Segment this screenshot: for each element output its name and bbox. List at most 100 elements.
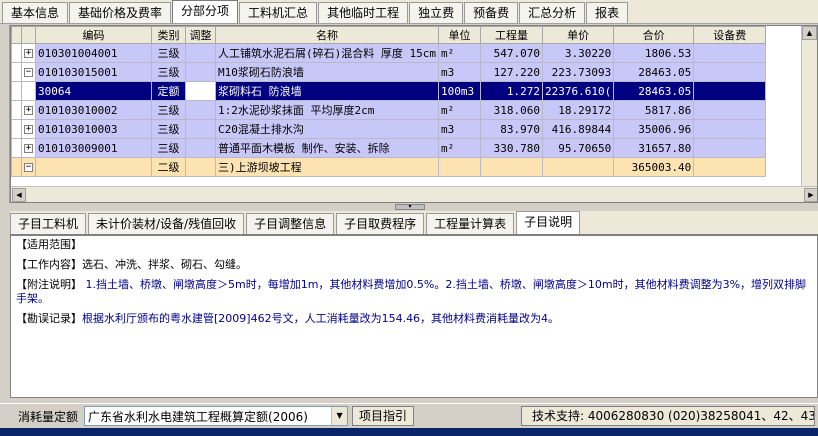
top-tab[interactable]: 工料机汇总	[239, 2, 318, 23]
cell-code[interactable]: 30064	[35, 81, 152, 101]
cell-total[interactable]: 31657.80	[613, 138, 695, 158]
cell-name[interactable]: 1:2水泥砂浆抹面 平均厚度2cm	[215, 100, 439, 120]
cell-price[interactable]: 95.70650	[541, 138, 615, 158]
cell-type[interactable]: 三级	[151, 138, 186, 158]
top-tab[interactable]: 汇总分析	[519, 2, 586, 23]
cell-code[interactable]: 010301004001	[35, 43, 152, 63]
cell-price[interactable]: 18.29172	[541, 100, 615, 120]
cell-type[interactable]: 三级	[151, 62, 186, 82]
dropdown-arrow-icon[interactable]: ▼	[331, 407, 348, 425]
cell-code[interactable]	[35, 157, 152, 177]
horizontal-scrollbar[interactable]: ◀ ▶	[11, 186, 817, 202]
table-row[interactable]: +010103009001 三级 普通平面木模板 制作、安装、拆除 m² 330.780…	[11, 138, 767, 158]
vertical-scrollbar[interactable]: ▲	[801, 26, 817, 188]
cell-name[interactable]: 三)上游坝坡工程	[215, 157, 439, 177]
cell-unit[interactable]	[437, 157, 481, 177]
cell-adj[interactable]	[185, 81, 216, 101]
cell-name[interactable]: 浆砌料石 防浪墙	[215, 81, 439, 101]
cell-equip[interactable]	[693, 119, 767, 139]
expand-icon[interactable]: +	[24, 106, 33, 115]
cell-adj[interactable]	[185, 43, 216, 63]
expand-icon[interactable]: +	[24, 125, 33, 134]
detail-tab[interactable]: 未计价装材/设备/残值回收	[88, 213, 245, 234]
expand-icon[interactable]: +	[24, 144, 33, 153]
row-expander[interactable]: +	[21, 119, 36, 139]
cell-price[interactable]: 22376.610(	[541, 81, 615, 101]
cell-unit[interactable]: 100m3	[437, 81, 481, 101]
row-expander[interactable]: +	[21, 100, 36, 120]
cell-equip[interactable]	[693, 62, 767, 82]
cell-unit[interactable]: m3	[437, 62, 481, 82]
pane-splitter[interactable]: ▾	[0, 203, 818, 211]
scroll-up-icon[interactable]: ▲	[802, 26, 817, 40]
splitter-grip-icon[interactable]: ▾	[395, 204, 425, 210]
cell-unit[interactable]: m²	[437, 138, 481, 158]
column-header[interactable]: 单位	[437, 26, 481, 44]
cell-equip[interactable]	[693, 100, 767, 120]
cell-equip[interactable]	[693, 138, 767, 158]
collapse-icon[interactable]: −	[24, 163, 33, 172]
cell-code[interactable]: 010103015001	[35, 62, 152, 82]
top-tab[interactable]: 其他临时工程	[318, 2, 409, 23]
top-tab[interactable]: 分部分项	[172, 0, 239, 23]
table-row[interactable]: +010103010002 三级 1:2水泥砂浆抹面 平均厚度2cm m² 318.06…	[11, 100, 767, 120]
project-guide-button[interactable]: 项目指引	[352, 406, 415, 426]
cell-price[interactable]: 3.30220	[541, 43, 615, 63]
row-expander[interactable]	[21, 81, 36, 101]
cell-qty[interactable]: 330.780	[479, 138, 543, 158]
top-tab[interactable]: 独立费	[409, 2, 464, 23]
cell-equip[interactable]	[693, 157, 767, 177]
column-header[interactable]: 设备费	[693, 26, 767, 44]
cell-name[interactable]: M10浆砌石防浪墙	[215, 62, 439, 82]
column-header[interactable]: 编码	[35, 26, 152, 44]
detail-tab[interactable]: 子目说明	[516, 211, 581, 234]
cell-name[interactable]: 人工铺筑水泥石屑(碎石)混合料 厚度 15cm	[215, 43, 439, 63]
quota-select[interactable]: 广东省水利水电建筑工程概算定额(2006) ▼	[84, 406, 349, 426]
column-header[interactable]: 单价	[541, 26, 615, 44]
row-expander[interactable]: −	[21, 62, 36, 82]
cell-price[interactable]: 416.89844	[541, 119, 615, 139]
column-header[interactable]: 合价	[613, 26, 695, 44]
cell-equip[interactable]	[693, 43, 767, 63]
cell-total[interactable]: 28463.05	[613, 81, 695, 101]
cell-adj[interactable]	[185, 119, 216, 139]
detail-tab[interactable]: 工程量计算表	[426, 213, 515, 234]
top-tab[interactable]: 基础价格及费率	[69, 2, 172, 23]
cell-qty[interactable]: 127.220	[479, 62, 543, 82]
scroll-right-icon[interactable]: ▶	[804, 188, 817, 202]
table-row[interactable]: +010301004001 三级 人工铺筑水泥石屑(碎石)混合料 厚度 15cm m²…	[11, 43, 767, 63]
cell-total[interactable]: 28463.05	[613, 62, 695, 82]
cell-type[interactable]: 二级	[151, 157, 186, 177]
expand-icon[interactable]: +	[24, 49, 33, 58]
column-header[interactable]: 类别	[151, 26, 186, 44]
row-expander[interactable]: +	[21, 138, 36, 158]
column-header[interactable]: 调整	[185, 26, 216, 44]
cell-type[interactable]: 三级	[151, 100, 186, 120]
table-row[interactable]: − 二级 三)上游坝坡工程 365003.40	[11, 157, 767, 177]
cell-type[interactable]: 定额	[151, 81, 186, 101]
cell-adj[interactable]	[185, 100, 216, 120]
detail-tab[interactable]: 子目取费程序	[336, 213, 425, 234]
cell-adj[interactable]	[185, 62, 216, 82]
cell-type[interactable]: 三级	[151, 43, 186, 63]
table-row[interactable]: −010103015001 三级 M10浆砌石防浪墙 m3 127.220 223.730…	[11, 62, 767, 82]
cell-unit[interactable]: m3	[437, 119, 481, 139]
cell-total[interactable]: 35006.96	[613, 119, 695, 139]
collapse-icon[interactable]: −	[24, 68, 33, 77]
cell-qty[interactable]: 83.970	[479, 119, 543, 139]
cell-name[interactable]: 普通平面木模板 制作、安装、拆除	[215, 138, 439, 158]
cell-unit[interactable]: m²	[437, 100, 481, 120]
row-expander[interactable]: −	[21, 157, 36, 177]
cell-code[interactable]: 010103010002	[35, 100, 152, 120]
top-tab[interactable]: 预备费	[464, 2, 519, 23]
cell-type[interactable]: 三级	[151, 119, 186, 139]
detail-tab[interactable]: 子目工料机	[10, 213, 87, 234]
cell-equip[interactable]	[693, 81, 767, 101]
cell-adj[interactable]	[185, 138, 216, 158]
cell-adj[interactable]	[185, 157, 216, 177]
table-row[interactable]: 30064 定额 浆砌料石 防浪墙 100m3 1.272 22376.610(28463…	[11, 81, 767, 101]
cell-qty[interactable]: 1.272	[479, 81, 543, 101]
cell-name[interactable]: C20混凝土排水沟	[215, 119, 439, 139]
cell-code[interactable]: 010103009001	[35, 138, 152, 158]
cell-qty[interactable]	[479, 157, 543, 177]
